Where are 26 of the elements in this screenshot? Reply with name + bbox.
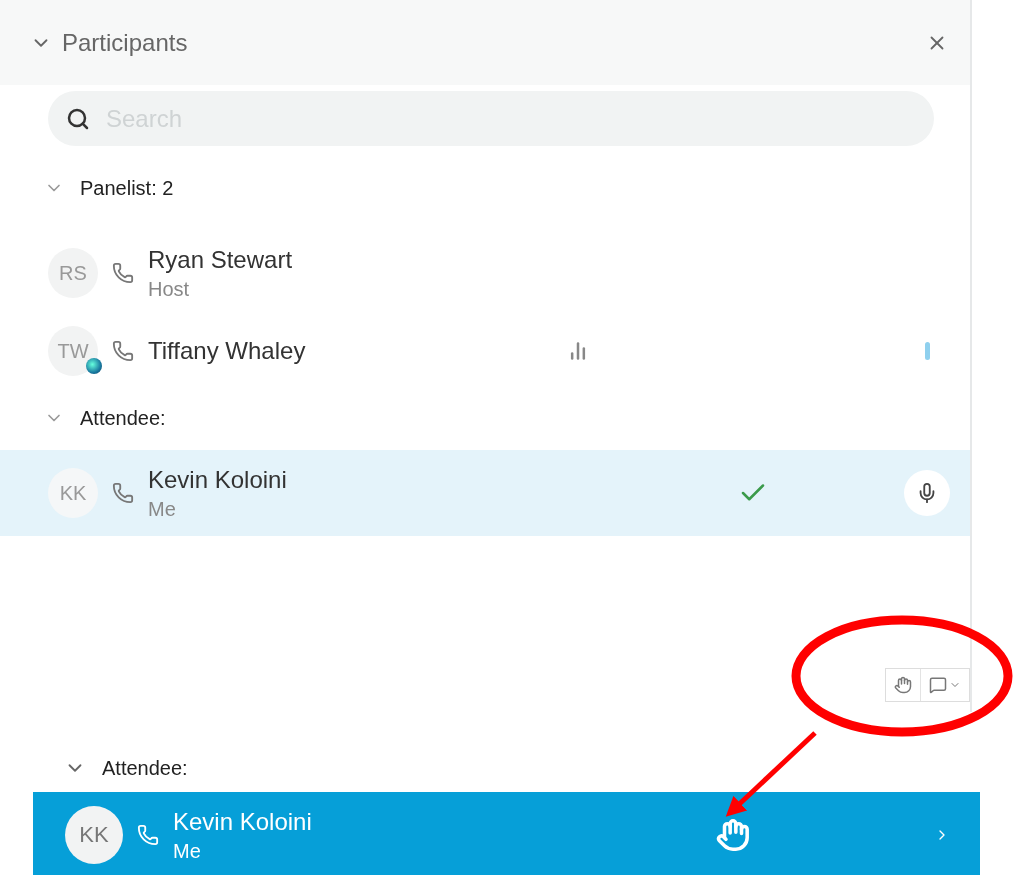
search-icon — [66, 106, 90, 131]
participant-name: Tiffany Whaley — [148, 337, 307, 365]
participant-name: Ryan Stewart — [148, 245, 294, 274]
group-label: Panelist: 2 — [80, 176, 174, 200]
phone-icon — [137, 824, 159, 846]
participant-role: Host — [148, 277, 191, 301]
participant-row[interactable]: RS Ryan Stewart Host — [0, 230, 970, 316]
hand-icon — [894, 676, 912, 694]
participant-row[interactable]: KK Kevin Koloini Me — [0, 450, 970, 536]
chat-icon — [929, 676, 947, 694]
phone-icon — [112, 340, 134, 362]
group-label: Attendee: — [80, 406, 166, 430]
participant-role: Me — [148, 497, 177, 521]
participant-name: Kevin Koloini — [148, 465, 288, 494]
panel-title: Participants — [62, 28, 189, 57]
participant-row[interactable]: TW Tiffany Whaley — [0, 316, 970, 386]
participant-role: Me — [173, 839, 202, 863]
avatar: RS — [48, 248, 98, 298]
phone-icon — [112, 262, 134, 284]
phone-icon — [112, 482, 134, 504]
participant-row[interactable]: KK Kevin Koloini Me — [33, 792, 980, 875]
group-label: Attendee: — [102, 756, 188, 780]
avatar: KK — [65, 806, 123, 864]
mute-button[interactable] — [904, 470, 950, 516]
avatar: KK — [48, 468, 98, 518]
participant-name: Kevin Koloini — [173, 807, 313, 836]
